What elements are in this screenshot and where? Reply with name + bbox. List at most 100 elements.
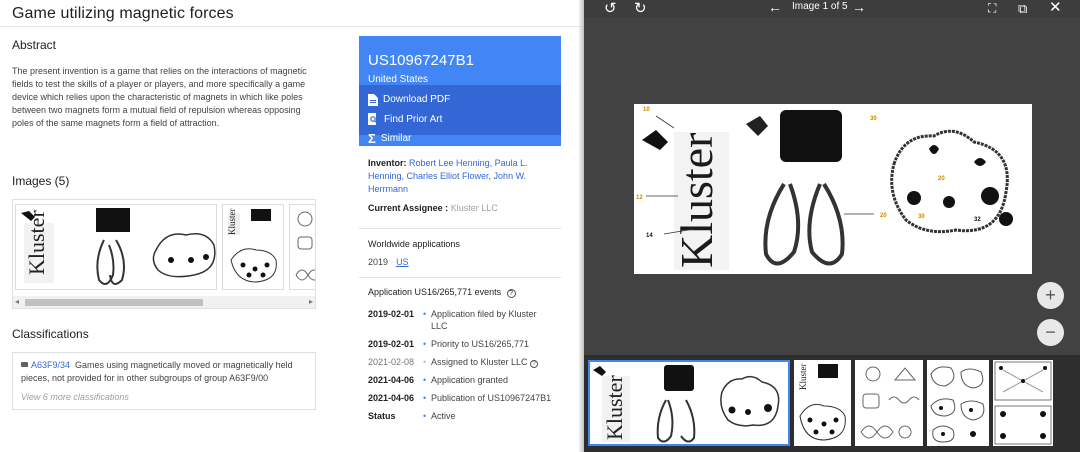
classification-icon bbox=[21, 362, 28, 367]
svg-text:Kluster: Kluster bbox=[227, 209, 237, 236]
sigma-icon: Σ bbox=[368, 131, 376, 146]
patent-figure-thumb bbox=[994, 361, 1052, 445]
viewer-thumbnail-5[interactable] bbox=[993, 360, 1053, 446]
event-date: 2021-04-06 bbox=[368, 393, 415, 403]
search-doc-icon bbox=[368, 113, 378, 125]
patent-figure-thumb bbox=[930, 366, 985, 443]
viewer-thumbnail-4[interactable] bbox=[927, 360, 989, 446]
worldwide-row: 2019 · US bbox=[368, 257, 552, 267]
event-date: 2019-02-01 bbox=[368, 339, 415, 349]
event-dot-icon: • bbox=[423, 357, 427, 367]
figure-label: 10 bbox=[643, 107, 650, 113]
next-image-icon[interactable]: → bbox=[852, 0, 866, 15]
zoom-in-button[interactable]: + bbox=[1037, 282, 1064, 309]
scroll-left-icon[interactable]: ◂ bbox=[15, 297, 19, 306]
event-dot-icon: • bbox=[423, 411, 427, 421]
patent-figure-thumb: Kluster bbox=[593, 365, 780, 443]
event-dot-icon: • bbox=[423, 339, 427, 349]
image-counter: Image 1 of 5 bbox=[792, 1, 848, 12]
publication-number: US10967247B1 bbox=[368, 52, 474, 69]
find-prior-art-button[interactable]: Find Prior Art bbox=[368, 111, 442, 128]
sidebar-divider bbox=[359, 277, 561, 278]
abstract-text: The present invention is a game that rel… bbox=[12, 66, 307, 129]
patent-figure-drawing: Kluster 10 30 20 20 12 30 32 14 bbox=[636, 107, 1013, 270]
event-text-label: Assigned to Kluster LLC bbox=[431, 357, 528, 367]
worldwide-year: 2019 bbox=[368, 257, 389, 267]
viewer-thumbnail-strip: Kluster Kluster bbox=[584, 355, 1080, 452]
event-row: 2019-02-01 • Application filed by Kluste… bbox=[368, 308, 552, 332]
fullscreen-icon[interactable]: ⛶ bbox=[988, 1, 996, 16]
publication-country: United States bbox=[368, 74, 429, 85]
separator-dot: · bbox=[390, 257, 394, 267]
event-text: Publication of US10967247B1 bbox=[431, 393, 552, 403]
sidebar-divider bbox=[359, 228, 561, 229]
patent-sidebar: US10967247B1 United States Download PDF … bbox=[359, 36, 561, 452]
figure-label: 20 bbox=[938, 176, 945, 182]
thumbnail-scrollbar[interactable]: ◂ ▸ bbox=[13, 296, 315, 308]
assignee-value: Kluster LLC bbox=[450, 203, 498, 213]
inventor-block: Inventor: Robert Lee Henning, Paula L. H… bbox=[368, 157, 552, 196]
info-icon[interactable]: ? bbox=[530, 360, 539, 368]
find-prior-art-label: Find Prior Art bbox=[384, 113, 443, 125]
page-title: Game utilizing magnetic forces bbox=[12, 5, 234, 22]
event-row: Status • Active bbox=[368, 410, 552, 422]
viewer-thumbnail-1[interactable]: Kluster bbox=[588, 360, 790, 446]
figure-label: 30 bbox=[870, 116, 877, 122]
download-pdf-button[interactable]: Download PDF bbox=[368, 91, 450, 108]
image-thumbnail-3[interactable] bbox=[289, 204, 315, 290]
more-classifications-link[interactable]: View 6 more classifications bbox=[21, 391, 307, 404]
abstract-heading: Abstract bbox=[12, 38, 57, 52]
patent-page: Game utilizing magnetic forces Abstract … bbox=[0, 0, 582, 452]
images-thumbnail-strip[interactable]: Kluster Kluster ◂ ▸ bbox=[12, 199, 316, 309]
main-column: Abstract The present invention is a game… bbox=[12, 38, 317, 410]
event-date: 2019-02-01 bbox=[368, 309, 415, 319]
patent-figure-thumb bbox=[295, 211, 315, 281]
patent-figure-thumb: Kluster bbox=[21, 208, 216, 285]
event-dot-icon: • bbox=[423, 375, 427, 385]
patent-figure-thumb bbox=[860, 366, 920, 439]
event-row: 2021-04-06 • Publication of US10967247B1 bbox=[368, 392, 552, 404]
classifications-heading: Classifications bbox=[12, 327, 89, 341]
viewer-thumbnail-2[interactable]: Kluster bbox=[794, 360, 851, 446]
scroll-right-icon[interactable]: ▸ bbox=[309, 297, 313, 306]
inventor-label: Inventor: bbox=[368, 158, 407, 168]
svg-text:Kluster: Kluster bbox=[602, 375, 627, 440]
figure-label: 20 bbox=[880, 213, 887, 219]
help-icon[interactable]: ? bbox=[506, 289, 516, 298]
sidebar-header: US10967247B1 United States Download PDF … bbox=[359, 36, 561, 146]
event-dot-icon: • bbox=[423, 309, 427, 319]
assignee-block: Current Assignee : Kluster LLC bbox=[368, 202, 552, 215]
classification-code-link[interactable]: A63F9/34 bbox=[31, 360, 70, 370]
events-list: 2019-02-01 • Application filed by Kluste… bbox=[368, 308, 552, 422]
assignee-label: Current Assignee : bbox=[368, 203, 449, 213]
sidebar-body: Inventor: Robert Lee Henning, Paula L. H… bbox=[359, 146, 561, 422]
worldwide-country-link[interactable]: US bbox=[396, 257, 409, 267]
event-row: 2021-02-08 • Assigned to Kluster LLC ? bbox=[368, 356, 552, 368]
svg-text:Kluster: Kluster bbox=[798, 364, 808, 391]
figure-label: 12 bbox=[636, 195, 643, 201]
previous-image-icon[interactable]: ← bbox=[768, 0, 782, 15]
main-patent-image: Kluster 10 30 20 20 12 30 32 14 bbox=[634, 104, 1032, 274]
events-heading-label: Application US16/265,771 events bbox=[368, 287, 502, 297]
event-date: 2021-04-06 bbox=[368, 375, 415, 385]
download-pdf-label: Download PDF bbox=[383, 94, 451, 105]
viewer-thumbnail-3[interactable] bbox=[855, 360, 923, 446]
close-icon[interactable]: ✕ bbox=[1049, 0, 1062, 15]
image-thumbnail-2[interactable]: Kluster bbox=[222, 204, 284, 290]
event-row: 2021-04-06 • Application granted bbox=[368, 374, 552, 386]
image-viewer: ↺ ↻ ← Image 1 of 5 → ⛶ ⧉ ✕ Kluster 10 30… bbox=[584, 0, 1080, 452]
event-text: Priority to US16/265,771 bbox=[431, 339, 530, 349]
event-text: Active bbox=[431, 411, 456, 421]
scrollbar-thumb[interactable] bbox=[25, 299, 203, 306]
sidebar-actions: Download PDF Find Prior Art Σ Similar bbox=[359, 85, 561, 146]
zoom-out-button[interactable]: − bbox=[1037, 319, 1064, 346]
rotate-right-icon[interactable]: ↻ bbox=[634, 1, 647, 16]
image-thumbnail-1[interactable]: Kluster bbox=[15, 204, 217, 290]
worldwide-heading: Worldwide applications bbox=[368, 239, 460, 249]
event-date: 2021-02-08 bbox=[368, 357, 415, 367]
open-in-new-icon[interactable]: ⧉ bbox=[1018, 1, 1027, 16]
event-row: 2019-02-01 • Priority to US16/265,771 bbox=[368, 338, 552, 350]
title-divider bbox=[0, 26, 582, 27]
rotate-left-icon[interactable]: ↺ bbox=[604, 1, 617, 16]
similar-button[interactable]: Σ Similar bbox=[368, 130, 411, 147]
